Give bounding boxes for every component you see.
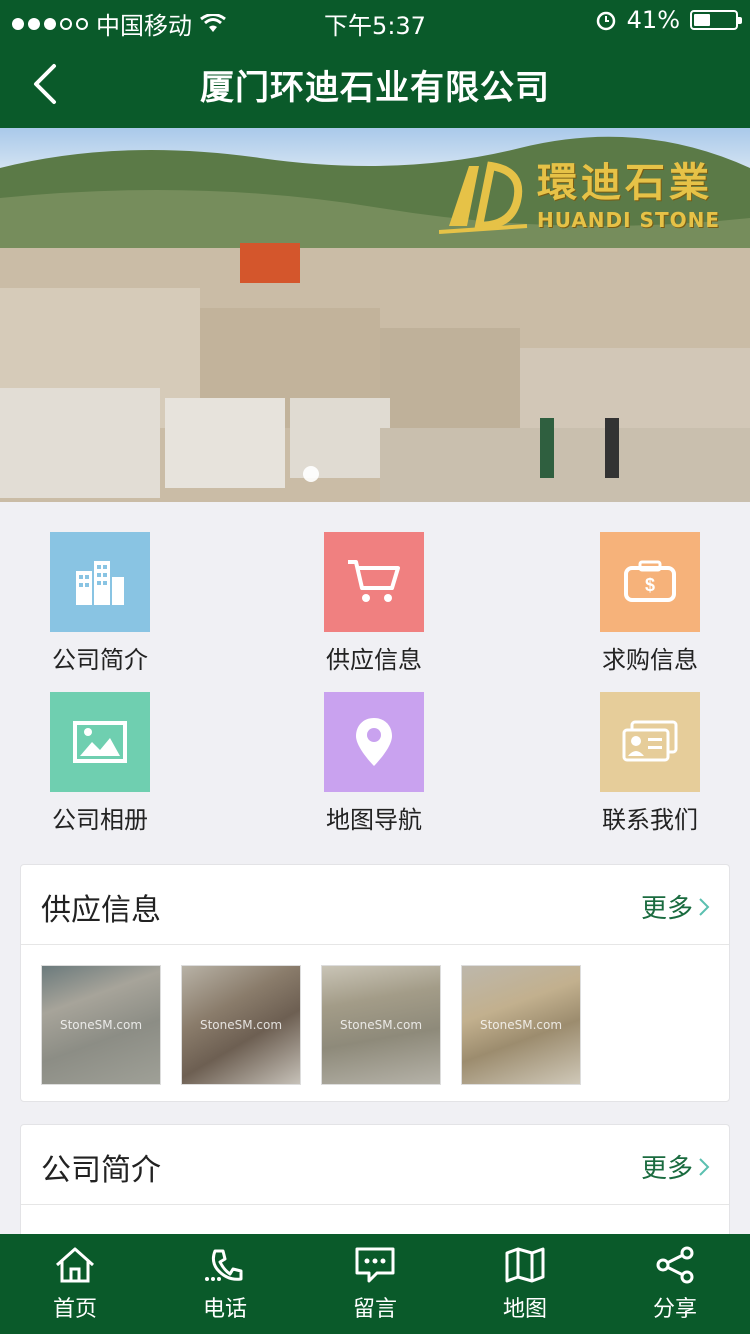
product-thumbnail[interactable]: StoneSM.com [461, 965, 581, 1085]
battery-icon [690, 10, 742, 30]
tab-share[interactable]: 分享 [600, 1234, 750, 1334]
logo-english-text: HUANDI STONE [536, 208, 720, 232]
tab-label: 分享 [652, 1297, 697, 1322]
quick-link-contact-us[interactable]: 联系我们 [570, 692, 730, 835]
chevron-right-icon [699, 897, 710, 916]
quick-link-label: 供应信息 [326, 646, 422, 674]
section-header: 公司简介 更多 [21, 1125, 729, 1205]
quick-link-label: 公司相册 [52, 806, 148, 834]
share-icon [656, 1246, 694, 1284]
section-title: 供应信息 [41, 893, 161, 928]
supply-thumbnails: StoneSM.com StoneSM.com StoneSM.com Ston… [21, 945, 729, 1105]
contact-card-icon [600, 692, 700, 792]
quick-link-company-intro[interactable]: 公司简介 [20, 532, 180, 675]
more-label: 更多 [640, 1154, 693, 1184]
product-thumbnail[interactable]: StoneSM.com [321, 965, 441, 1085]
quick-link-label: 地图导航 [326, 806, 422, 834]
tab-label: 留言 [352, 1297, 397, 1322]
more-label: 更多 [640, 894, 693, 924]
status-bar: 中国移动 下午5:37 41% [0, 0, 750, 40]
message-icon [355, 1247, 395, 1283]
location-pin-icon [324, 692, 424, 792]
chevron-right-icon [699, 1157, 710, 1176]
home-icon [56, 1247, 94, 1283]
more-link[interactable]: 更多 [641, 1148, 711, 1185]
alarm-icon [596, 11, 615, 31]
product-thumbnail[interactable]: StoneSM.com [41, 965, 161, 1085]
section-title: 公司简介 [41, 1153, 161, 1188]
tab-home[interactable]: 首页 [0, 1234, 150, 1334]
watermark-text: StoneSM.com [59, 1018, 143, 1032]
tab-label: 首页 [52, 1297, 97, 1322]
hd-logo-icon [438, 161, 528, 234]
banner-carousel[interactable]: 環迪石業 HUANDI STONE [0, 128, 750, 502]
carousel-indicator[interactable] [303, 466, 319, 482]
quick-link-label: 联系我们 [602, 806, 698, 834]
cart-icon [324, 532, 424, 632]
quick-link-label: 公司简介 [52, 646, 148, 674]
more-link[interactable]: 更多 [641, 888, 711, 925]
quick-links-grid: 公司简介 供应信息 $ 求购信息 公司相册 地图导航 联系我们 [0, 502, 750, 842]
status-right: 41% [595, 6, 742, 34]
phone-icon [205, 1249, 243, 1281]
tab-label: 电话 [202, 1297, 247, 1322]
building-icon [50, 532, 150, 632]
watermark-text: StoneSM.com [479, 1018, 563, 1032]
map-icon [505, 1247, 545, 1283]
quick-link-purchase-info[interactable]: $ 求购信息 [570, 532, 730, 675]
wallet-icon: $ [600, 532, 700, 632]
supply-info-section: 供应信息 更多 StoneSM.com StoneSM.com StoneSM.… [20, 864, 730, 1102]
quick-link-label: 求购信息 [602, 646, 698, 674]
nav-header: 厦门环迪石业有限公司 [0, 40, 750, 128]
product-thumbnail[interactable]: StoneSM.com [181, 965, 301, 1085]
tab-message[interactable]: 留言 [300, 1234, 450, 1334]
quick-link-map-navigation[interactable]: 地图导航 [294, 692, 454, 835]
tab-map[interactable]: 地图 [450, 1234, 600, 1334]
section-header: 供应信息 更多 [21, 865, 729, 945]
watermark-text: StoneSM.com [339, 1018, 423, 1032]
quick-link-photo-album[interactable]: 公司相册 [20, 692, 180, 835]
svg-text:$: $ [645, 575, 655, 595]
tab-label: 地图 [502, 1297, 547, 1322]
battery-percent: 41% [626, 6, 680, 34]
company-logo: 環迪石業 HUANDI STONE [438, 146, 720, 236]
photo-icon [50, 692, 150, 792]
page-title: 厦门环迪石业有限公司 [200, 68, 550, 108]
tab-phone[interactable]: 电话 [150, 1234, 300, 1334]
logo-chinese-text: 環迪石業 [536, 160, 713, 206]
quick-link-supply-info[interactable]: 供应信息 [294, 532, 454, 675]
watermark-text: StoneSM.com [199, 1018, 283, 1032]
bottom-tab-bar: 首页 电话 留言 地图 分享 [0, 1234, 750, 1334]
